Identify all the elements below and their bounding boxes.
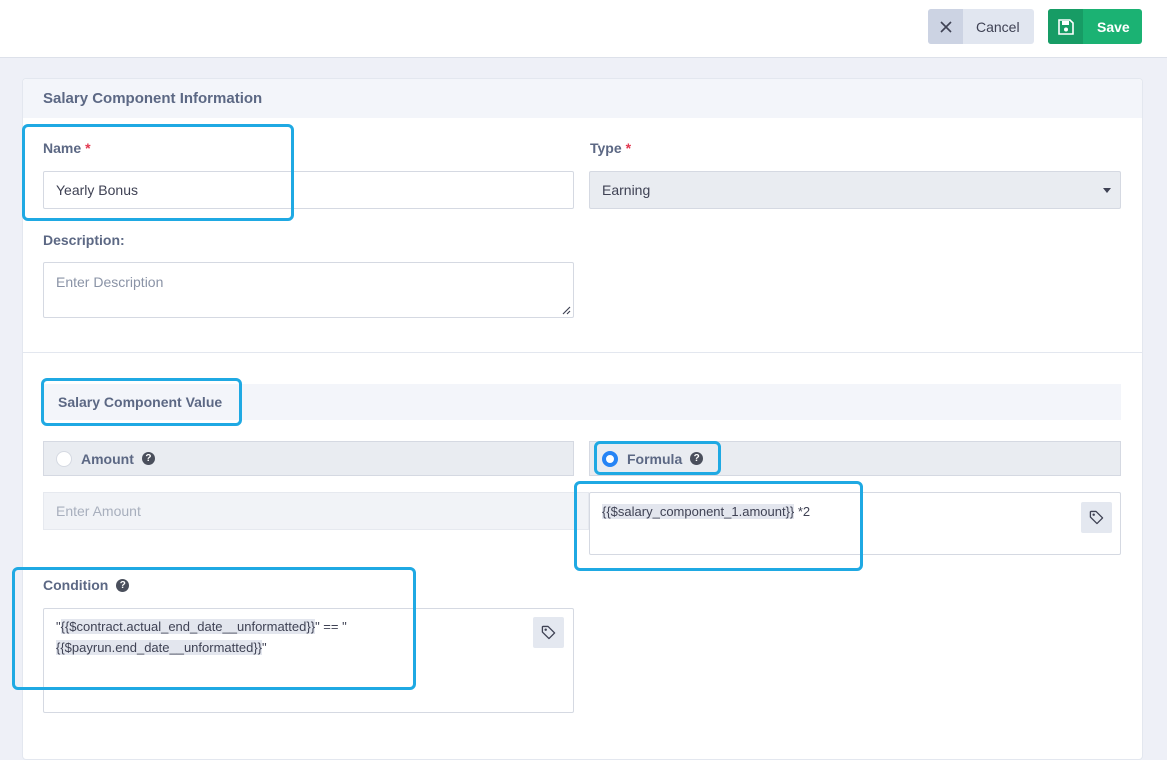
close-icon (928, 9, 963, 44)
condition-prefix: " (56, 619, 61, 634)
section-divider (23, 352, 1142, 353)
condition-operator: " == " (315, 619, 347, 634)
amount-option-label: Amount (81, 450, 134, 467)
type-select[interactable]: Earning (589, 171, 1121, 209)
condition-line-2: {{$payrun.end_date__unformatted}}" (56, 637, 561, 658)
required-mark: * (625, 140, 632, 156)
salary-component-card: Salary Component Information Name * Yearl… (22, 78, 1143, 760)
type-select-value: Earning (602, 182, 651, 198)
description-placeholder: Enter Description (56, 274, 164, 290)
tag-icon (1089, 510, 1104, 525)
name-label-text: Name (43, 140, 82, 156)
condition-textarea[interactable]: "{{$contract.actual_end_date__unformatte… (43, 608, 574, 713)
required-mark: * (85, 140, 91, 156)
description-label: Description: (43, 232, 125, 248)
formula-suffix: *2 (794, 504, 811, 519)
formula-textarea[interactable]: {{$salary_component_1.amount}} *2 (589, 492, 1121, 555)
question-circle-icon[interactable]: ? (116, 578, 130, 592)
type-label: Type * (590, 140, 631, 156)
save-button-label: Save (1097, 18, 1130, 35)
condition-tag-button[interactable] (533, 617, 564, 648)
formula-tag-button[interactable] (1081, 502, 1112, 533)
card-header: Salary Component Information (23, 79, 1142, 118)
cancel-button[interactable]: Cancel (928, 9, 1034, 44)
name-input[interactable]: Yearly Bonus (43, 171, 574, 209)
name-label: Name * (43, 140, 91, 156)
cancel-button-label: Cancel (976, 18, 1020, 35)
formula-option[interactable]: Formula ? (589, 441, 1121, 476)
amount-option[interactable]: Amount ? (43, 441, 574, 476)
type-label-text: Type (590, 140, 622, 156)
resize-grip-icon[interactable] (562, 306, 571, 315)
condition-label: Condition ? (43, 577, 130, 593)
description-textarea[interactable]: Enter Description (43, 262, 574, 318)
save-button[interactable]: Save (1048, 9, 1142, 44)
formula-token: {{$salary_component_1.amount}} (602, 504, 795, 519)
save-icon (1048, 9, 1083, 44)
value-section-title: Salary Component Value (58, 394, 223, 410)
question-circle-icon[interactable]: ? (690, 452, 704, 465)
condition-token-2: {{$payrun.end_date__unformatted}} (56, 640, 263, 655)
tag-icon (541, 625, 556, 640)
condition-suffix: " (262, 640, 267, 655)
amount-input[interactable]: Enter Amount (43, 492, 589, 530)
amount-placeholder: Enter Amount (56, 503, 141, 519)
condition-token-1: {{$contract.actual_end_date__unformatted… (60, 619, 316, 634)
chevron-down-icon (1103, 188, 1111, 193)
question-circle-icon[interactable]: ? (141, 452, 155, 465)
formula-option-label: Formula (627, 450, 683, 467)
amount-radio[interactable] (56, 450, 72, 467)
condition-label-text: Condition (43, 577, 109, 593)
name-input-value: Yearly Bonus (56, 182, 138, 198)
top-toolbar: Cancel Save (0, 0, 1167, 58)
condition-line-1: "{{$contract.actual_end_date__unformatte… (56, 616, 561, 637)
section-title: Salary Component Information (43, 90, 263, 107)
formula-radio[interactable] (602, 450, 618, 467)
value-section-header: Salary Component Value (43, 384, 1121, 420)
